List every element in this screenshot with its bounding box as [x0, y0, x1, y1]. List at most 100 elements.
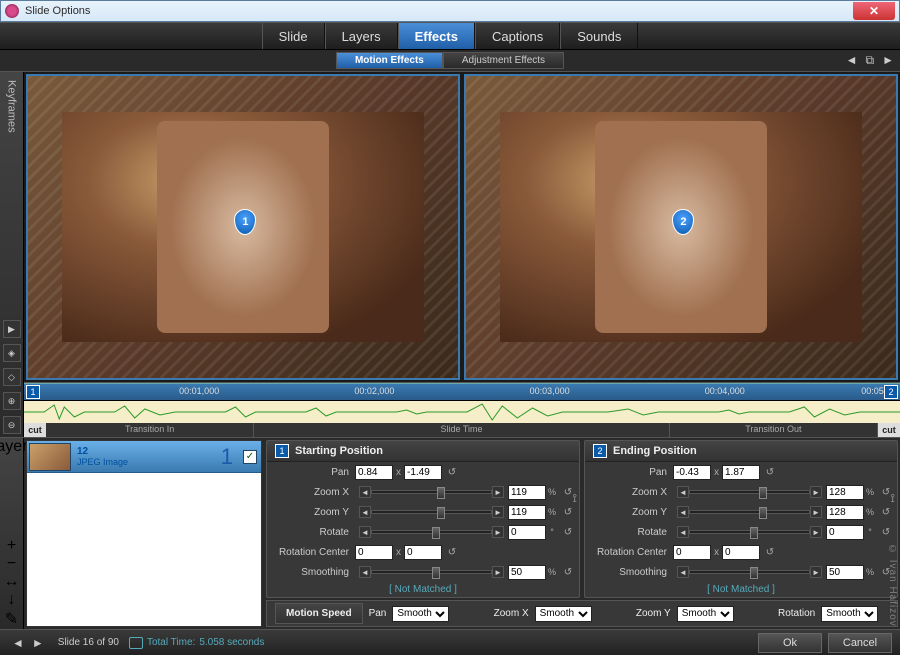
reset-icon[interactable]: ↺: [445, 545, 459, 559]
layer-visible-checkbox[interactable]: ✓: [243, 450, 257, 464]
zoomx-slider[interactable]: ◄►: [359, 486, 504, 498]
tab-effects[interactable]: Effects: [398, 23, 475, 49]
ok-button[interactable]: Ok: [758, 633, 822, 653]
zoom-in-icon[interactable]: ⊕: [3, 392, 21, 410]
panel-number-2: 2: [593, 444, 607, 458]
slider-left-icon[interactable]: ◄: [359, 506, 371, 518]
slider-right-icon[interactable]: ►: [810, 526, 822, 538]
preview-area: 1 2 1 00:01,000 00:02,000 00:03,000 00:0…: [24, 72, 900, 437]
ruler-tick: 00:05,: [861, 386, 886, 396]
subtab-motion-effects[interactable]: Motion Effects: [336, 52, 443, 69]
rotate-input[interactable]: [826, 525, 864, 540]
subtab-adjustment-effects[interactable]: Adjustment Effects: [443, 52, 564, 69]
slider-left-icon[interactable]: ◄: [359, 526, 371, 538]
tab-sounds[interactable]: Sounds: [560, 23, 638, 49]
cut-in-button[interactable]: cut: [24, 423, 46, 437]
rotcenter-y-input[interactable]: [722, 545, 760, 560]
prev-slide-icon[interactable]: ◄: [8, 636, 28, 650]
speed-pan-select[interactable]: Smooth: [392, 606, 449, 622]
slider-left-icon[interactable]: ◄: [359, 486, 371, 498]
slider-right-icon[interactable]: ►: [492, 526, 504, 538]
keyframe-marker-1[interactable]: 1: [26, 385, 40, 399]
content-row: Keyframes ▶ ◈ ◇ ⊕ ⊖ 1 2 1 00:01,000 00:0…: [0, 72, 900, 437]
reset-icon[interactable]: ↺: [445, 465, 459, 479]
slider-right-icon[interactable]: ►: [810, 566, 822, 578]
speed-rotation-label: Rotation: [778, 608, 815, 619]
zoomy-slider[interactable]: ◄►: [677, 506, 822, 518]
keyframe-marker-2[interactable]: 2: [884, 385, 898, 399]
pan-y-input[interactable]: [722, 465, 760, 480]
not-matched-link[interactable]: [ Not Matched ]: [585, 582, 897, 597]
slider-right-icon[interactable]: ►: [492, 506, 504, 518]
tab-slide[interactable]: Slide: [262, 23, 325, 49]
pan-y-input[interactable]: [404, 465, 442, 480]
rotcenter-x-input[interactable]: [673, 545, 711, 560]
cancel-button[interactable]: Cancel: [828, 633, 892, 653]
rotcenter-x-input[interactable]: [355, 545, 393, 560]
reset-icon[interactable]: ↺: [561, 505, 575, 519]
zoomx-slider[interactable]: ◄►: [677, 486, 822, 498]
pan-x-input[interactable]: [355, 465, 393, 480]
pan-x-input[interactable]: [673, 465, 711, 480]
close-button[interactable]: ✕: [853, 2, 895, 20]
rotate-input[interactable]: [508, 525, 546, 540]
reset-icon[interactable]: ↺: [561, 525, 575, 539]
reset-icon[interactable]: ↺: [561, 565, 575, 579]
link-zoom-icon[interactable]: ⟟: [891, 491, 895, 506]
zoomy-input[interactable]: [508, 505, 546, 520]
reset-icon[interactable]: ↺: [879, 525, 893, 539]
tab-layers[interactable]: Layers: [325, 23, 398, 49]
reset-icon[interactable]: ↺: [763, 545, 777, 559]
reset-icon[interactable]: ↺: [879, 505, 893, 519]
arrow-right-icon[interactable]: ►: [882, 53, 894, 68]
slider-right-icon[interactable]: ►: [492, 486, 504, 498]
preview-start[interactable]: 1: [26, 74, 460, 380]
smooth-slider[interactable]: ◄►: [359, 566, 504, 578]
layer-options-icon[interactable]: ✎: [5, 609, 18, 629]
rotate-slider[interactable]: ◄►: [677, 526, 822, 538]
rotate-slider[interactable]: ◄►: [359, 526, 504, 538]
slider-right-icon[interactable]: ►: [810, 506, 822, 518]
next-slide-icon[interactable]: ►: [28, 636, 48, 650]
panel-ending-position: 2 Ending Position Pan x ↺ Zoom X ◄► % ↺: [584, 440, 898, 598]
preview-end[interactable]: 2: [464, 74, 898, 380]
layer-down-icon[interactable]: ↓: [8, 591, 16, 609]
zoom-out-icon[interactable]: ⊖: [3, 416, 21, 434]
link-zoom-icon[interactable]: ⟟: [573, 491, 577, 506]
smooth-input[interactable]: [826, 565, 864, 580]
slider-left-icon[interactable]: ◄: [677, 506, 689, 518]
layer-item[interactable]: 12 JPEG Image 1 ✓: [27, 441, 261, 473]
play-icon[interactable]: ▶: [3, 320, 21, 338]
add-keyframe-icon[interactable]: ◈: [3, 344, 21, 362]
slider-left-icon[interactable]: ◄: [359, 566, 371, 578]
move-layer-icon[interactable]: ↔: [4, 573, 20, 591]
remove-keyframe-icon[interactable]: ◇: [3, 368, 21, 386]
speed-zoomx-select[interactable]: Smooth: [535, 606, 592, 622]
copy-icon[interactable]: ⧉: [866, 53, 875, 68]
speed-rotation-select[interactable]: Smooth: [821, 606, 878, 622]
cut-out-button[interactable]: cut: [878, 423, 900, 437]
tab-captions[interactable]: Captions: [475, 23, 560, 49]
not-matched-link[interactable]: [ Not Matched ]: [267, 582, 579, 597]
arrow-left-icon[interactable]: ◄: [846, 53, 858, 68]
slider-right-icon[interactable]: ►: [492, 566, 504, 578]
zoomy-input[interactable]: [826, 505, 864, 520]
reset-icon[interactable]: ↺: [763, 465, 777, 479]
slider-right-icon[interactable]: ►: [810, 486, 822, 498]
remove-layer-icon[interactable]: −: [7, 555, 16, 573]
slider-left-icon[interactable]: ◄: [677, 566, 689, 578]
add-layer-icon[interactable]: +: [7, 537, 16, 555]
smooth-label: Smoothing: [271, 567, 355, 578]
audio-waveform[interactable]: [24, 401, 900, 423]
speed-zoomy-select[interactable]: Smooth: [677, 606, 734, 622]
rotcenter-y-input[interactable]: [404, 545, 442, 560]
slider-left-icon[interactable]: ◄: [677, 486, 689, 498]
zoomx-input[interactable]: [508, 485, 546, 500]
zoomx-input[interactable]: [826, 485, 864, 500]
timeline-ruler[interactable]: 1 00:01,000 00:02,000 00:03,000 00:04,00…: [24, 383, 900, 401]
smooth-input[interactable]: [508, 565, 546, 580]
smooth-slider[interactable]: ◄►: [677, 566, 822, 578]
x-separator: x: [711, 547, 722, 558]
slider-left-icon[interactable]: ◄: [677, 526, 689, 538]
zoomy-slider[interactable]: ◄►: [359, 506, 504, 518]
